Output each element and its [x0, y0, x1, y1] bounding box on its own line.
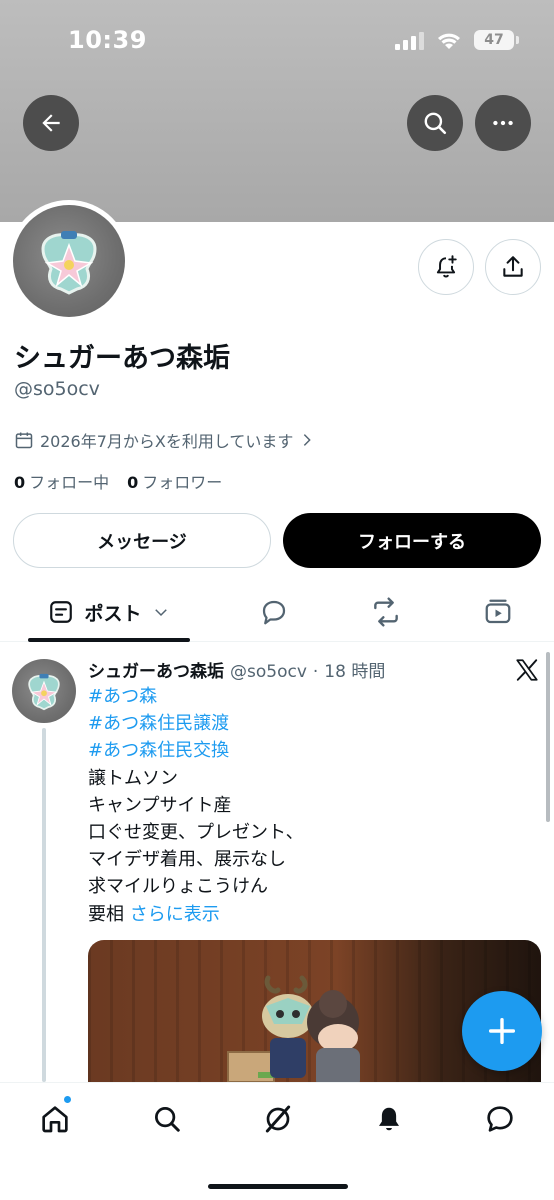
plus-icon [488, 1017, 516, 1045]
home-icon [42, 1106, 68, 1133]
profile-tabs: ポスト [0, 582, 554, 642]
post-avatar-image [28, 673, 60, 711]
show-more-link[interactable]: さらに表示 [130, 904, 220, 925]
hashtag-link[interactable]: #あつ森住民譲渡 [88, 710, 304, 737]
search-button[interactable] [407, 95, 463, 151]
followers-label: フォロワー [142, 473, 223, 492]
search-icon [424, 112, 447, 135]
calendar-icon [15, 432, 33, 449]
nav-messages[interactable] [480, 1099, 520, 1139]
joined-date[interactable]: 2026年7月からXを利用しています [14, 428, 315, 452]
grok-icon [265, 1105, 291, 1133]
active-tab-indicator [28, 638, 190, 642]
follow-button[interactable]: フォローする [283, 513, 541, 568]
messages-icon [487, 1106, 513, 1132]
home-indicator [208, 1184, 348, 1189]
follow-stats: 0 フォロー中 0 フォロワー [14, 469, 222, 493]
post-line: 口ぐせ変更、プレゼント、 [88, 822, 304, 844]
media-icon [485, 599, 511, 624]
post-line: キャンプサイト産 [88, 794, 232, 816]
tab-posts-label: ポスト [84, 602, 142, 625]
more-button[interactable] [475, 95, 531, 151]
post-time: 18 時間 [324, 662, 386, 682]
nav-home[interactable] [35, 1095, 75, 1139]
nav-notifications[interactable] [369, 1099, 409, 1139]
replies-icon [262, 600, 286, 625]
joined-text: 2026年7月からXを利用しています [40, 432, 294, 451]
post-header: シュガーあつ森垢 @so5ocv · 18 時間 [88, 657, 385, 682]
scrollbar[interactable] [546, 652, 550, 822]
unread-dot [63, 1095, 72, 1104]
compose-post-button[interactable] [462, 991, 542, 1071]
tab-reposts[interactable] [356, 582, 416, 642]
notify-button[interactable] [418, 239, 474, 295]
back-arrow-icon [42, 114, 60, 132]
tab-replies[interactable] [244, 582, 304, 642]
more-icon [493, 120, 513, 126]
profile-avatar[interactable] [8, 200, 130, 322]
x-logo-icon [516, 659, 538, 681]
followers-count: 0 [127, 473, 139, 492]
thread-line [42, 728, 46, 1082]
post-line: 求マイルりょこうけん [88, 876, 268, 898]
post-line: 要相 [88, 903, 124, 925]
followers-link[interactable]: 0 フォロワー [127, 469, 222, 493]
post-line: マイデザ着用、展示なし [88, 849, 286, 871]
user-handle: @so5ocv [14, 378, 100, 400]
hashtag-link[interactable]: #あつ森住民交換 [88, 737, 304, 764]
following-label: フォロー中 [29, 473, 110, 492]
reposts-icon [374, 597, 398, 627]
tab-posts[interactable]: ポスト [28, 582, 190, 642]
post-text: #あつ森 #あつ森住民譲渡 #あつ森住民交換 譲トムソン キャンプサイト産 口ぐ… [88, 683, 304, 928]
explore-icon [155, 1107, 180, 1132]
share-icon [503, 256, 523, 277]
post-author-name[interactable]: シュガーあつ森垢 [88, 657, 224, 682]
bottom-navigation [0, 1082, 554, 1200]
cellular-signal-icon [395, 30, 424, 50]
wifi-icon [438, 33, 460, 49]
post-author-handle[interactable]: @so5ocv [230, 662, 307, 682]
post-author-avatar[interactable] [12, 659, 76, 723]
battery-indicator: 47 [474, 30, 519, 50]
bell-icon [379, 1107, 399, 1131]
avatar-image [41, 231, 97, 295]
display-name: シュガーあつ森垢 [14, 343, 230, 374]
posts-icon [50, 601, 73, 623]
nav-explore[interactable] [147, 1099, 187, 1139]
share-button[interactable] [485, 239, 541, 295]
post-line: 譲トムソン [88, 767, 178, 789]
following-count: 0 [14, 473, 26, 492]
following-link[interactable]: 0 フォロー中 [14, 469, 109, 493]
post-separator: · [312, 662, 319, 682]
status-icons: 47 [395, 30, 519, 50]
message-button[interactable]: メッセージ [13, 513, 271, 568]
hashtag-link[interactable]: #あつ森 [88, 683, 304, 710]
notification-add-icon [436, 255, 457, 278]
nav-grok[interactable] [258, 1099, 298, 1139]
chevron-down-icon [154, 609, 167, 617]
chevron-right-icon [304, 434, 312, 446]
back-button[interactable] [23, 95, 79, 151]
status-time: 10:39 [68, 26, 147, 54]
tab-media[interactable] [468, 582, 528, 642]
